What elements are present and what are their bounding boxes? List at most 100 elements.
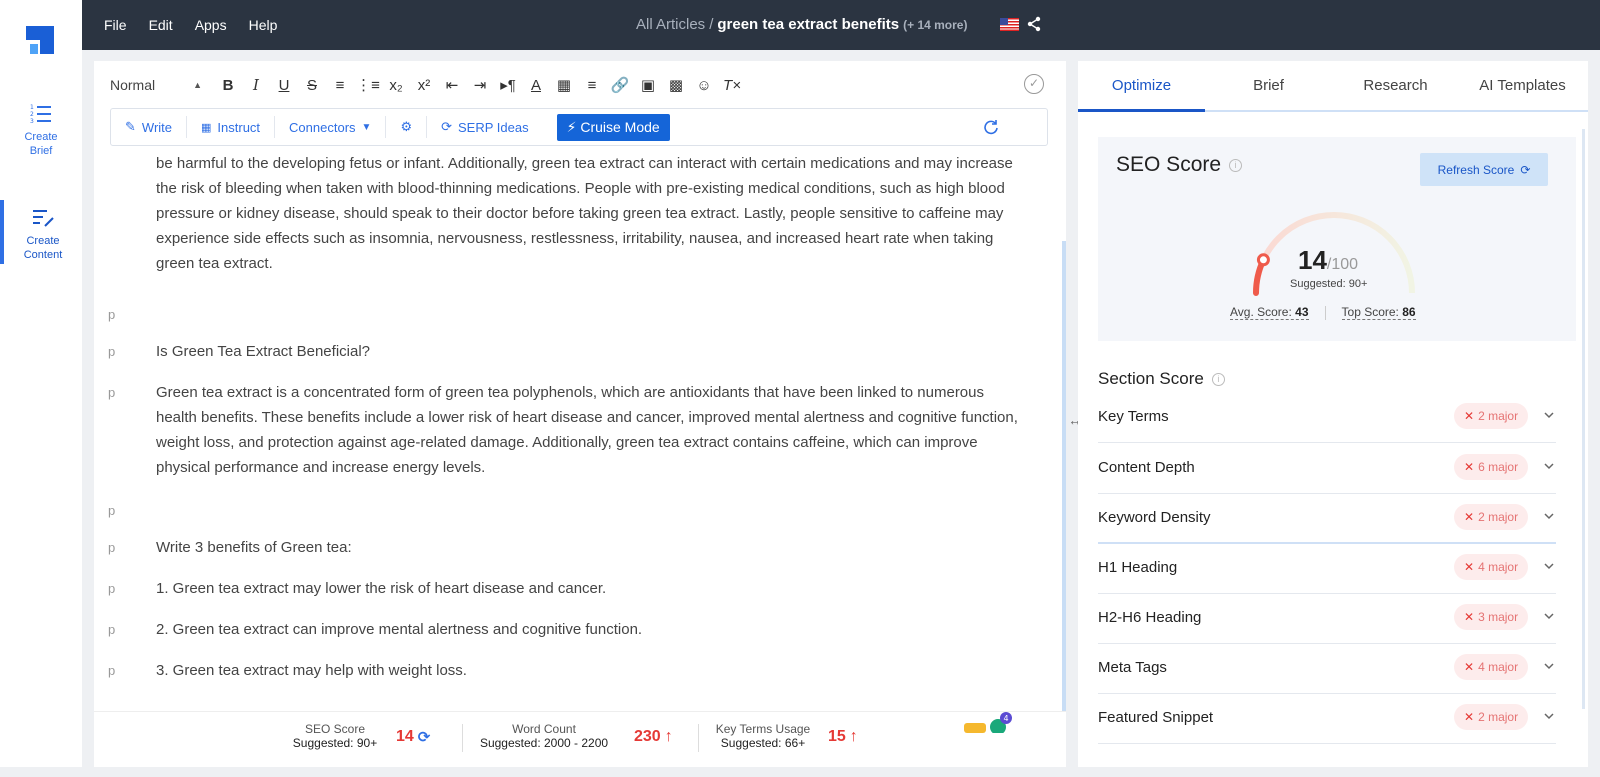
- article-title: green tea extract benefits: [717, 16, 900, 33]
- block-style-value: Normal: [110, 77, 156, 93]
- refresh-score-label: Refresh Score: [1437, 162, 1515, 177]
- outdent-icon[interactable]: ⇤: [438, 73, 466, 97]
- paragraph-text[interactable]: Green tea extract is a concentrated form…: [156, 380, 1026, 480]
- bold-icon[interactable]: B: [214, 73, 242, 97]
- settings-button[interactable]: ⚙: [386, 116, 428, 138]
- clear-format-icon[interactable]: T×: [718, 73, 746, 97]
- block-style-select[interactable]: Normal ▲: [110, 77, 202, 93]
- paragraph-text[interactable]: 1. Green tea extract may lower the risk …: [156, 576, 1026, 601]
- stat-label: SEO Score: [304, 722, 366, 736]
- section-title-text: Section Score: [1098, 369, 1204, 388]
- emoji-icon[interactable]: ☺: [690, 73, 718, 97]
- rail-create-content[interactable]: Create Content: [0, 200, 82, 264]
- numbered-list-icon: 123: [30, 104, 51, 125]
- rail-label: Create: [26, 235, 60, 247]
- chevron-down-icon[interactable]: [1544, 561, 1554, 571]
- avg-score[interactable]: Avg. Score: 43: [1230, 305, 1309, 320]
- panel-scrollbar[interactable]: [1582, 129, 1585, 709]
- superscript-icon[interactable]: x²: [410, 73, 438, 97]
- text-direction-icon[interactable]: ▸¶: [494, 73, 522, 97]
- menu-file[interactable]: File: [104, 17, 127, 33]
- chevron-down-icon[interactable]: [1544, 511, 1554, 521]
- tab-brief[interactable]: Brief: [1205, 61, 1332, 112]
- chevron-down-icon[interactable]: [1544, 611, 1554, 621]
- section-row[interactable]: Keyword Density ✕ 2 major: [1098, 493, 1556, 544]
- tab-optimize[interactable]: Optimize: [1078, 61, 1205, 112]
- video-icon[interactable]: ▩: [662, 73, 690, 97]
- bullet-list-icon[interactable]: ⋮≡: [354, 73, 382, 97]
- breadcrumb-all-articles[interactable]: All Articles: [636, 16, 705, 33]
- paragraph-text[interactable]: 3. Green tea extract may help with weigh…: [156, 658, 1026, 683]
- info-icon[interactable]: i: [1229, 158, 1243, 172]
- instruct-button[interactable]: ▦ Instruct: [187, 116, 276, 138]
- chevron-down-icon[interactable]: [1544, 711, 1554, 721]
- editor-scrollbar[interactable]: [1062, 241, 1066, 711]
- paragraph-text[interactable]: Is Green Tea Extract Beneficial?: [156, 339, 1026, 364]
- paragraph-text[interactable]: be harmful to the developing fetus or in…: [156, 153, 1026, 276]
- menu-help[interactable]: Help: [249, 17, 278, 33]
- block-tag: p: [108, 503, 116, 518]
- share-icon[interactable]: [1026, 16, 1042, 32]
- section-row[interactable]: Content Depth ✕ 6 major: [1098, 443, 1556, 494]
- section-row[interactable]: H1 Heading ✕ 4 major: [1098, 543, 1556, 594]
- chevron-down-icon[interactable]: [1544, 410, 1554, 420]
- connectors-dropdown[interactable]: Connectors ▼: [275, 116, 387, 138]
- font-color-icon[interactable]: A: [522, 73, 550, 97]
- tab-research[interactable]: Research: [1332, 61, 1459, 112]
- underline-icon[interactable]: U: [270, 73, 298, 97]
- stat-divider: [698, 724, 699, 752]
- ordered-list-icon[interactable]: ≡: [326, 73, 354, 97]
- more-keywords-link[interactable]: (+ 14 more): [903, 18, 967, 32]
- section-row[interactable]: Meta Tags ✕ 4 major: [1098, 643, 1556, 694]
- chevron-down-icon[interactable]: [1544, 661, 1554, 671]
- document-content[interactable]: be harmful to the developing fetus or in…: [94, 153, 1066, 761]
- write-button[interactable]: ✎ Write: [125, 116, 188, 138]
- highlight-icon[interactable]: ▦: [550, 73, 578, 97]
- chevron-down-icon[interactable]: [1544, 461, 1554, 471]
- top-score[interactable]: Top Score: 86: [1341, 305, 1416, 320]
- paragraph-text[interactable]: Write 3 benefits of Green tea:: [156, 535, 1026, 560]
- check-circle-icon[interactable]: ✓: [1024, 74, 1044, 94]
- tab-ai-templates[interactable]: AI Templates: [1459, 61, 1586, 112]
- menu-edit[interactable]: Edit: [149, 17, 173, 33]
- section-row[interactable]: Featured Snippet ✕ 2 major: [1098, 693, 1556, 744]
- rail-create-brief[interactable]: 123 Create Brief: [0, 102, 82, 158]
- link-icon[interactable]: 🔗: [606, 73, 634, 97]
- menu-apps[interactable]: Apps: [195, 17, 227, 33]
- refresh-score-button[interactable]: Refresh Score ⟳: [1420, 153, 1548, 186]
- app-logo-icon[interactable]: [26, 26, 54, 54]
- refresh-icon[interactable]: [983, 119, 999, 135]
- section-name: Meta Tags: [1098, 659, 1167, 676]
- align-icon[interactable]: ≡: [578, 73, 606, 97]
- paragraph-text[interactable]: 2. Green tea extract can improve mental …: [156, 617, 1026, 642]
- section-row[interactable]: H2-H6 Heading ✕ 3 major: [1098, 593, 1556, 644]
- stat-suggested: Suggested: 66+: [720, 736, 806, 750]
- serp-ideas-button[interactable]: ⟳ SERP Ideas: [427, 116, 543, 138]
- gauge-knob: [1256, 253, 1270, 267]
- word-value: 230: [634, 728, 661, 745]
- subscript-icon[interactable]: x₂: [382, 73, 410, 97]
- main-menu: File Edit Apps Help: [104, 17, 277, 33]
- image-icon[interactable]: ▣: [634, 73, 662, 97]
- refresh-icon[interactable]: ⟳: [418, 728, 431, 746]
- caret-down-icon: ▼: [361, 121, 372, 133]
- info-icon[interactable]: i: [1211, 373, 1225, 387]
- section-row[interactable]: Key Terms ✕ 2 major: [1098, 392, 1556, 443]
- indent-icon[interactable]: ⇥: [466, 73, 494, 97]
- stat-seo-score: SEO Score Suggested: 90+: [284, 722, 386, 750]
- terms-value: 15: [828, 728, 846, 745]
- top-bar: File Edit Apps Help All Articles / green t…: [82, 0, 1600, 50]
- strikethrough-icon[interactable]: S: [298, 73, 326, 97]
- avg-value: 43: [1295, 305, 1309, 319]
- close-icon: ✕: [1464, 660, 1475, 674]
- cruise-mode-button[interactable]: ⚡ Cruise Mode: [556, 113, 670, 141]
- issue-badge: ✕ 2 major: [1454, 704, 1529, 730]
- block-tag: p: [108, 622, 116, 637]
- avg-label: Avg. Score:: [1230, 305, 1292, 319]
- italic-icon[interactable]: I: [242, 73, 270, 97]
- serp-icon: ⟳: [441, 119, 452, 134]
- us-flag-icon[interactable]: [1000, 18, 1019, 31]
- format-toolbar: Normal ▲ B I U S ≡ ⋮≡ x₂ x² ⇤ ⇥ ▸¶ A ▦ ≡…: [110, 73, 746, 97]
- badge-text: 4 major: [1478, 560, 1519, 574]
- section-name: Key Terms: [1098, 408, 1169, 425]
